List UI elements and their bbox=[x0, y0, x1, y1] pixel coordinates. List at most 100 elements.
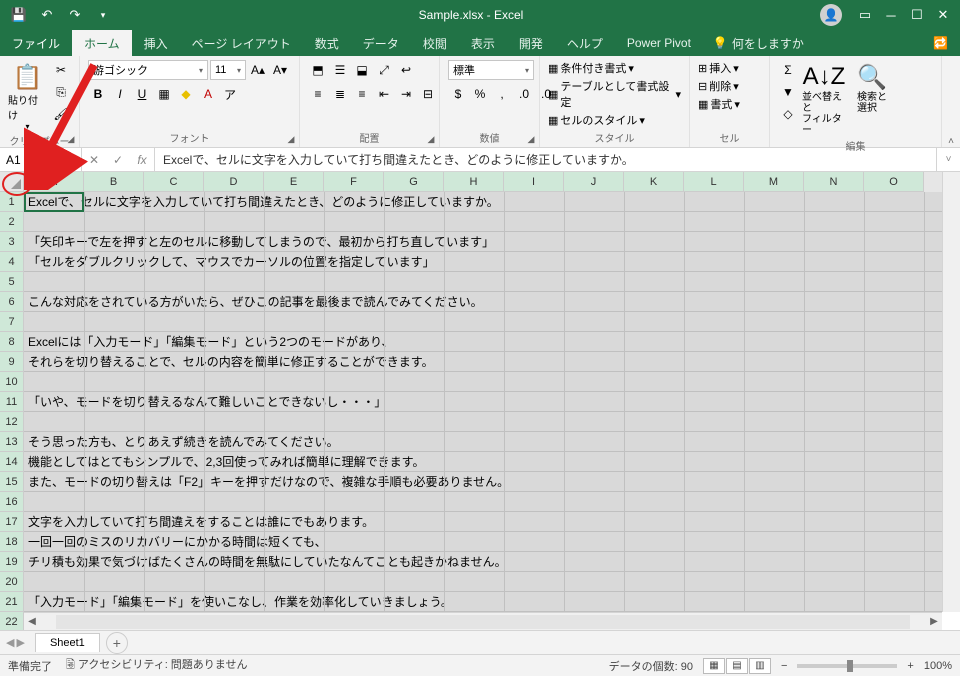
row-header[interactable]: 9 bbox=[0, 352, 24, 372]
user-avatar-icon[interactable]: 👤 bbox=[820, 4, 842, 26]
column-header[interactable]: L bbox=[684, 172, 744, 192]
vertical-scrollbar[interactable] bbox=[942, 172, 960, 612]
row-header[interactable]: 19 bbox=[0, 552, 24, 572]
redo-icon[interactable]: ↷ bbox=[62, 2, 88, 28]
font-name-combo[interactable]: 游ゴシック▾ bbox=[88, 60, 208, 80]
select-all-corner[interactable] bbox=[0, 172, 24, 192]
row-header[interactable]: 22 bbox=[0, 612, 24, 630]
enter-formula-icon[interactable]: ✓ bbox=[106, 153, 130, 167]
align-bottom-icon[interactable]: ⬓ bbox=[352, 60, 372, 80]
fill-color-icon[interactable]: ◆ bbox=[176, 84, 196, 104]
column-header[interactable]: K bbox=[624, 172, 684, 192]
autosum-icon[interactable]: Σ bbox=[778, 60, 798, 80]
cell-styles-button[interactable]: ▦ セルのスタイル ▾ bbox=[548, 112, 645, 128]
status-accessibility[interactable]: 🗟 アクセシビリティ: 問題ありません bbox=[66, 656, 247, 675]
format-as-table-button[interactable]: ▦ テーブルとして書式設定 ▾ bbox=[548, 78, 681, 110]
tab-file[interactable]: ファイル bbox=[0, 30, 72, 56]
row-header[interactable]: 11 bbox=[0, 392, 24, 412]
row-header[interactable]: 10 bbox=[0, 372, 24, 392]
currency-icon[interactable]: $ bbox=[448, 84, 468, 104]
format-cells-button[interactable]: ▦ 書式 ▾ bbox=[698, 96, 740, 112]
row-header[interactable]: 5 bbox=[0, 272, 24, 292]
row-header[interactable]: 20 bbox=[0, 572, 24, 592]
column-header[interactable]: B bbox=[84, 172, 144, 192]
column-header[interactable]: A bbox=[24, 172, 84, 192]
percent-icon[interactable]: % bbox=[470, 84, 490, 104]
align-top-icon[interactable]: ⬒ bbox=[308, 60, 328, 80]
sheet-tab[interactable]: Sheet1 bbox=[35, 633, 100, 652]
font-size-combo[interactable]: 11▾ bbox=[210, 60, 246, 80]
align-center-icon[interactable]: ≣ bbox=[330, 84, 350, 104]
row-header[interactable]: 21 bbox=[0, 592, 24, 612]
number-launcher-icon[interactable]: ◢ bbox=[525, 133, 537, 145]
row-header[interactable]: 3 bbox=[0, 232, 24, 252]
border-icon[interactable]: ▦ bbox=[154, 84, 174, 104]
increase-indent-icon[interactable]: ⇥ bbox=[396, 84, 416, 104]
collapse-ribbon-icon[interactable]: ˄ bbox=[942, 56, 960, 147]
tab-formulas[interactable]: 数式 bbox=[303, 30, 351, 56]
column-header[interactable]: O bbox=[864, 172, 924, 192]
clipboard-launcher-icon[interactable]: ◢ bbox=[65, 133, 77, 145]
orientation-icon[interactable]: ⤢ bbox=[374, 60, 394, 80]
delete-cells-button[interactable]: ⊟ 削除 ▾ bbox=[698, 78, 739, 94]
scroll-left-icon[interactable]: ◀ bbox=[24, 616, 40, 627]
underline-icon[interactable]: U bbox=[132, 84, 152, 104]
column-header[interactable]: D bbox=[204, 172, 264, 192]
fill-icon[interactable]: ▼ bbox=[778, 82, 798, 102]
align-right-icon[interactable]: ≡ bbox=[352, 84, 372, 104]
format-painter-icon[interactable]: 🖌 bbox=[51, 104, 71, 124]
column-header[interactable]: C bbox=[144, 172, 204, 192]
view-page-layout-icon[interactable]: ▤ bbox=[726, 658, 748, 674]
comma-icon[interactable]: , bbox=[492, 84, 512, 104]
zoom-out-icon[interactable]: − bbox=[781, 660, 787, 672]
tell-me-search[interactable]: 💡 何をしますか bbox=[703, 30, 814, 56]
maximize-icon[interactable]: ☐ bbox=[904, 2, 930, 28]
decrease-indent-icon[interactable]: ⇤ bbox=[374, 84, 394, 104]
row-header[interactable]: 13 bbox=[0, 432, 24, 452]
number-format-combo[interactable]: 標準▾ bbox=[448, 60, 534, 80]
scroll-right-icon[interactable]: ▶ bbox=[926, 616, 942, 627]
undo-icon[interactable]: ↶ bbox=[34, 2, 60, 28]
copy-icon[interactable]: ⎘ bbox=[51, 82, 71, 102]
row-header[interactable]: 4 bbox=[0, 252, 24, 272]
sheet-nav-prev-icon[interactable]: ◀ bbox=[6, 636, 14, 649]
row-header[interactable]: 15 bbox=[0, 472, 24, 492]
row-header[interactable]: 14 bbox=[0, 452, 24, 472]
tab-page-layout[interactable]: ページ レイアウト bbox=[180, 30, 303, 56]
expand-formula-icon[interactable]: ˅ bbox=[936, 148, 960, 171]
tab-insert[interactable]: 挿入 bbox=[132, 30, 180, 56]
row-header[interactable]: 8 bbox=[0, 332, 24, 352]
merge-icon[interactable]: ⊟ bbox=[418, 84, 438, 104]
share-button[interactable]: 🔁 bbox=[933, 30, 960, 56]
font-color-icon[interactable]: A bbox=[198, 84, 218, 104]
column-header[interactable]: I bbox=[504, 172, 564, 192]
bold-icon[interactable]: B bbox=[88, 84, 108, 104]
zoom-level[interactable]: 100% bbox=[924, 660, 952, 672]
wrap-text-icon[interactable]: ↩ bbox=[396, 60, 416, 80]
close-icon[interactable]: ✕ bbox=[930, 2, 956, 28]
paste-button[interactable]: 📋 貼り付け ▾ bbox=[8, 60, 47, 131]
align-left-icon[interactable]: ≡ bbox=[308, 84, 328, 104]
column-header[interactable]: J bbox=[564, 172, 624, 192]
row-header[interactable]: 7 bbox=[0, 312, 24, 332]
column-header[interactable]: G bbox=[384, 172, 444, 192]
decrease-font-icon[interactable]: A▾ bbox=[270, 60, 290, 80]
tab-help[interactable]: ヘルプ bbox=[555, 30, 615, 56]
italic-icon[interactable]: I bbox=[110, 84, 130, 104]
new-sheet-button[interactable]: + bbox=[106, 632, 128, 654]
qat-customize-icon[interactable]: ▾ bbox=[90, 2, 116, 28]
column-header[interactable]: H bbox=[444, 172, 504, 192]
tab-power-pivot[interactable]: Power Pivot bbox=[615, 30, 703, 56]
fx-icon[interactable]: fx bbox=[130, 153, 154, 167]
view-page-break-icon[interactable]: ▥ bbox=[749, 658, 771, 674]
tab-home[interactable]: ホーム bbox=[72, 30, 132, 56]
column-header[interactable]: F bbox=[324, 172, 384, 192]
row-header[interactable]: 16 bbox=[0, 492, 24, 512]
row-header[interactable]: 17 bbox=[0, 512, 24, 532]
row-header[interactable]: 2 bbox=[0, 212, 24, 232]
row-header[interactable]: 18 bbox=[0, 532, 24, 552]
insert-cells-button[interactable]: ⊞ 挿入 ▾ bbox=[698, 60, 739, 76]
horizontal-scrollbar[interactable]: ◀ ▶ bbox=[24, 612, 942, 630]
tab-data[interactable]: データ bbox=[351, 30, 411, 56]
tab-view[interactable]: 表示 bbox=[459, 30, 507, 56]
